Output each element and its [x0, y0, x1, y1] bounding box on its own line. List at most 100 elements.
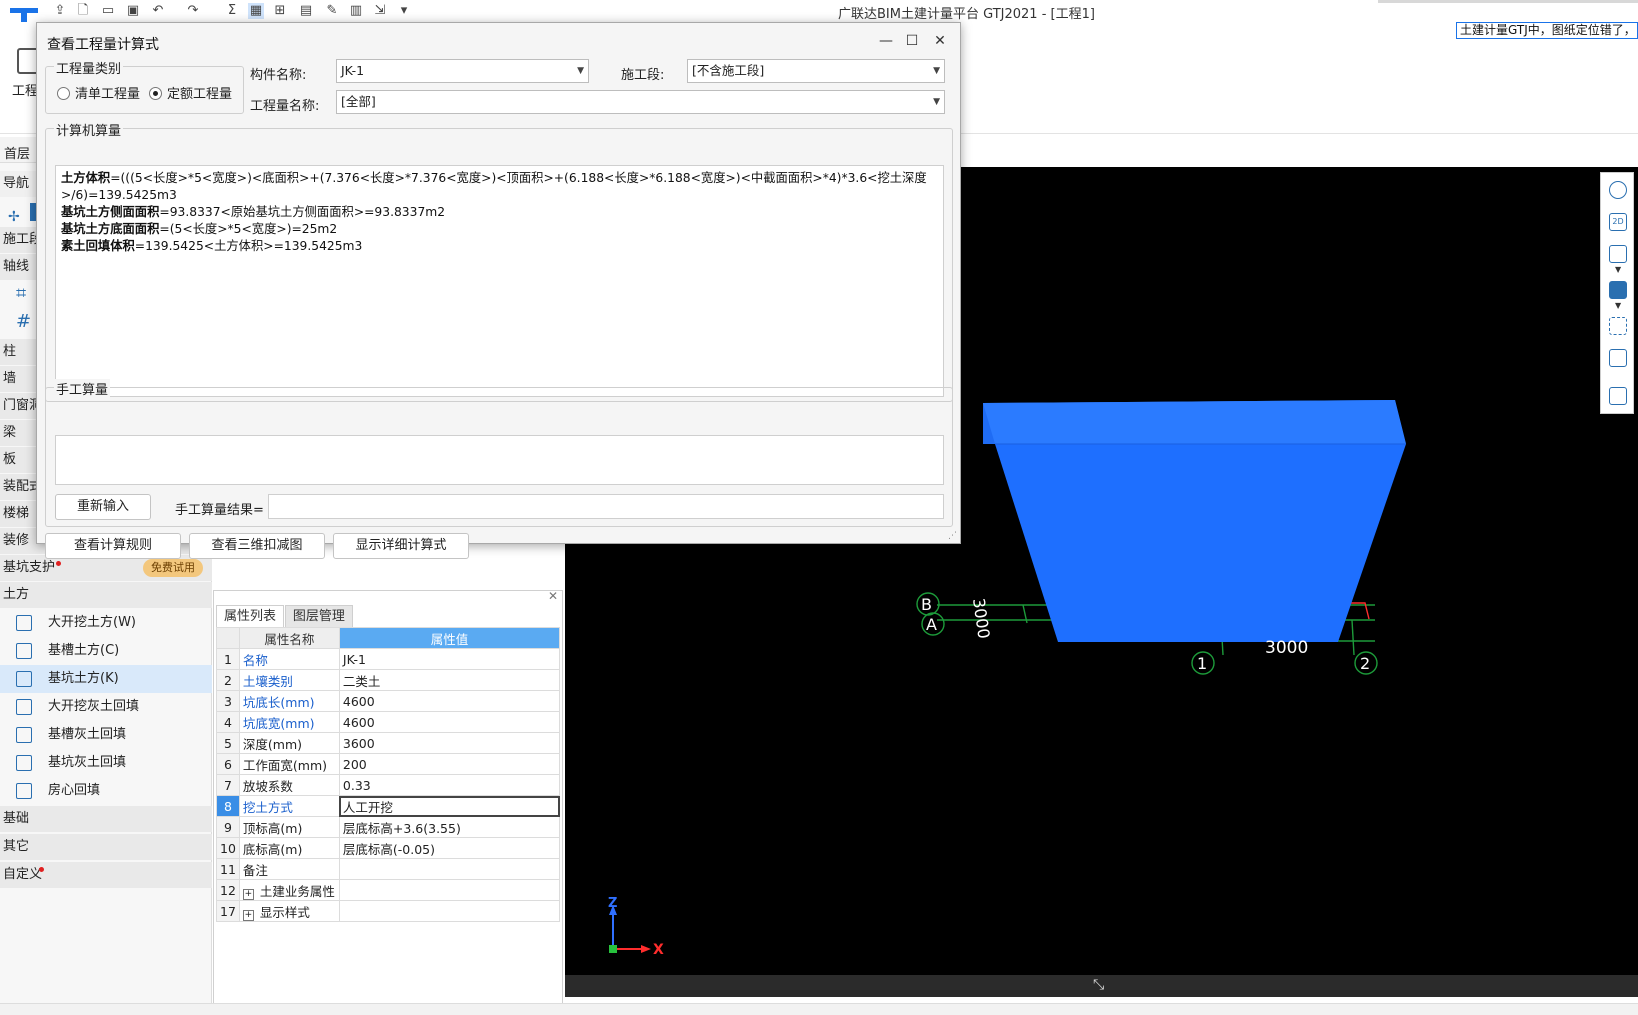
nav-item-trench-earth[interactable]: 基槽土方(C) [0, 637, 212, 665]
close-icon[interactable]: ✕ [929, 31, 951, 51]
nav-item-label: 基槽灰土回填 [48, 727, 127, 742]
minimize-icon[interactable]: — [875, 31, 897, 51]
property-value[interactable]: 4600 [338, 711, 561, 733]
property-view-icon[interactable] [1609, 387, 1627, 405]
nav-item-pit-earth[interactable]: 基坑土方(K) [0, 665, 212, 693]
resize-grip-icon[interactable]: ⋰ [948, 531, 957, 541]
property-value[interactable]: 人工开挖 [338, 795, 561, 817]
redo-icon[interactable]: ↷ [185, 3, 201, 19]
computer-calc-title: 计算机算量 [54, 120, 124, 139]
formula-line-backfill: 素土回填体积=139.5425<土方体积>=139.5425m3 [61, 238, 938, 255]
quantity-name-select[interactable]: [全部] ▼ [336, 90, 945, 114]
nav-section-foundation[interactable]: 基础 [0, 806, 212, 832]
tab-property-list[interactable]: 属性列表 [216, 605, 285, 627]
sum-icon[interactable]: Σ [224, 3, 240, 19]
nav-item-room-backfill[interactable]: 房心回填 [0, 777, 212, 805]
property-value[interactable] [338, 900, 561, 922]
row-index: 4 [216, 711, 240, 733]
expand-icon[interactable]: + [242, 888, 254, 900]
3d-box-icon[interactable] [1609, 245, 1627, 263]
new-file-icon[interactable]: 🗋 [75, 3, 91, 19]
property-name-text: 底标高(m) [242, 841, 303, 857]
show-detail-formula-button[interactable]: 显示详细计算式 [333, 533, 469, 559]
property-value[interactable]: 层底标高+3.6(3.55) [338, 816, 561, 838]
table-row[interactable]: 8 挖土方式 人工开挖 [216, 795, 561, 817]
table-row[interactable]: 9 顶标高(m) 层底标高+3.6(3.55) [216, 816, 561, 838]
property-value[interactable]: JK-1 [338, 648, 561, 670]
segment-select[interactable]: [不含施工段] ▼ [687, 59, 945, 83]
panel-close-icon[interactable]: ✕ [548, 589, 558, 603]
property-value[interactable] [338, 858, 561, 880]
property-value[interactable]: 0.33 [338, 774, 561, 796]
table-row[interactable]: 3 坑底长(mm) 4600 [216, 690, 561, 712]
table-row[interactable]: 11 备注 [216, 858, 561, 880]
formula-name: 基坑土方底面面积 [61, 222, 160, 236]
edit-icon[interactable]: ✎ [324, 3, 340, 19]
nav-item-trench-backfill[interactable]: 基槽灰土回填 [0, 721, 212, 749]
formula-expr: =93.8337<原始基坑土方侧面面积>=93.8337m2 [159, 205, 446, 219]
radio-list-quantity[interactable]: 清单工程量 [57, 83, 140, 102]
table-row[interactable]: 2 土壤类别 二类土 [216, 669, 561, 691]
table-icon[interactable]: ⊞ [272, 3, 288, 19]
view-3d-deduction-button[interactable]: 查看三维扣减图 [189, 533, 325, 559]
nav-section-custom[interactable]: 自定义 [0, 862, 212, 888]
solid-view-icon[interactable] [1609, 281, 1627, 299]
property-panel: ✕ 属性列表 图层管理 属性名称 属性值 1 名称 JK-1 2 土壤类别 二类土 3 坑底长… [213, 589, 563, 1005]
notice-banner[interactable]: 土建计量GTJ中，图纸定位错了， [1456, 22, 1638, 39]
display-dropdown-icon[interactable]: ▼ [1615, 301, 1621, 310]
expand-icon[interactable]: + [242, 909, 254, 921]
manual-result-input[interactable] [268, 494, 944, 519]
property-value[interactable]: 3600 [338, 732, 561, 754]
table-row[interactable]: 7 放坡系数 0.33 [216, 774, 561, 796]
custom-label: 自定义 [3, 867, 43, 882]
2d-view-icon[interactable]: 2D [1609, 213, 1627, 231]
property-value[interactable]: 4600 [338, 690, 561, 712]
table-row[interactable]: 5 深度(mm) 3600 [216, 732, 561, 754]
tab-layer-manager[interactable]: 图层管理 [284, 605, 353, 627]
table-row[interactable]: 6 工作面宽(mm) 200 [216, 753, 561, 775]
calc-view-icon[interactable]: ▦ [248, 3, 264, 19]
nav-item-open-backfill[interactable]: 大开挖灰土回填 [0, 693, 212, 721]
nav-section-earthwork[interactable]: 土方 [0, 582, 212, 608]
view-rules-button[interactable]: 查看计算规则 [45, 533, 181, 559]
property-value[interactable] [338, 879, 561, 901]
table-row[interactable]: 12 + 土建业务属性 [216, 879, 561, 901]
layer-icon[interactable]: ▥ [348, 3, 364, 19]
nav-item-open-excavation[interactable]: 大开挖土方(W) [0, 609, 212, 637]
dialog-title: 查看工程量计算式 [47, 37, 159, 53]
export-icon[interactable]: ⇲ [372, 3, 388, 19]
view-dropdown-icon[interactable]: ▼ [1615, 265, 1621, 274]
property-value[interactable]: 200 [338, 753, 561, 775]
room-backfill-icon [16, 783, 32, 799]
fullscreen-icon[interactable] [1609, 317, 1627, 335]
radio-quota-quantity[interactable]: 定额工程量 [149, 83, 232, 102]
manual-input-area[interactable] [55, 435, 944, 485]
free-trial-badge[interactable]: 免费试用 [143, 559, 203, 577]
window-edge [1378, 0, 1638, 3]
nav-item-pit-backfill[interactable]: 基坑灰土回填 [0, 749, 212, 777]
table-row[interactable]: 10 底标高(m) 层底标高(-0.05) [216, 837, 561, 859]
component-view-icon[interactable] [1609, 349, 1627, 367]
upload-icon[interactable]: ⇪ [52, 3, 68, 19]
row-index: 10 [216, 837, 240, 859]
component-select[interactable]: JK-1 ▼ [336, 59, 589, 83]
table-row[interactable]: 1 名称 JK-1 [216, 648, 561, 670]
undo-icon[interactable]: ↶ [150, 3, 166, 19]
reenter-button[interactable]: 重新输入 [55, 494, 151, 520]
nav-section-other[interactable]: 其它 [0, 834, 212, 860]
formula-text-area[interactable]: 土方体积=(((5<长度>*5<宽度>)<底面积>+(7.376<长度>*7.3… [55, 165, 944, 397]
floor-selector[interactable]: 首层 [4, 143, 30, 162]
more-dropdown-icon[interactable]: ▾ [396, 3, 412, 19]
collapse-icon[interactable]: ⤡ [1093, 977, 1104, 993]
table-row[interactable]: 4 坑底宽(mm) 4600 [216, 711, 561, 733]
property-value[interactable]: 层底标高(-0.05) [338, 837, 561, 859]
save-icon[interactable]: ▣ [125, 3, 141, 19]
quantity-type-title: 工程量类别 [54, 58, 124, 77]
open-folder-icon[interactable]: ▭ [100, 3, 116, 19]
property-value[interactable]: 二类土 [338, 669, 561, 691]
orbit-icon[interactable] [1609, 181, 1627, 199]
maximize-icon[interactable]: ☐ [901, 31, 923, 51]
formula-name: 土方体积 [61, 171, 111, 185]
grid-icon[interactable]: ▤ [298, 3, 314, 19]
table-row[interactable]: 17 + 显示样式 [216, 900, 561, 922]
